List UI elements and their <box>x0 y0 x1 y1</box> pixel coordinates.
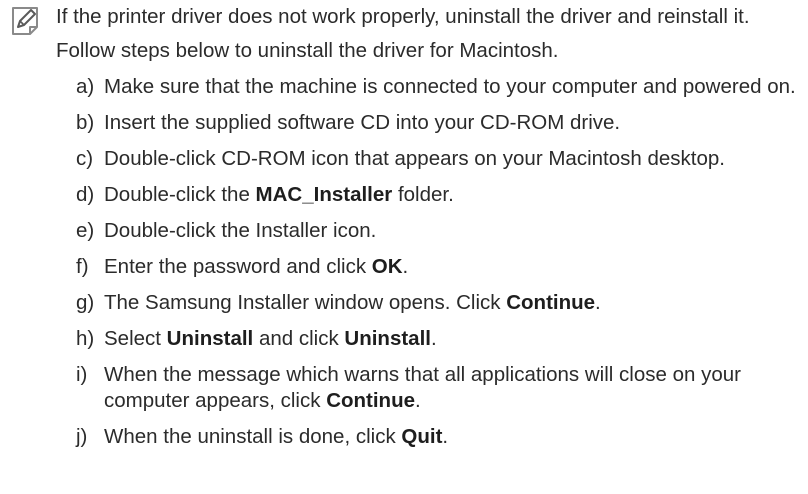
list-item: c) Double-click CD-ROM icon that appears … <box>76 146 801 172</box>
list-item: d) Double-click the MAC_Installer folder. <box>76 182 801 208</box>
step-marker: f) <box>76 255 89 278</box>
step-text-part: . <box>402 255 409 278</box>
list-item: g) The Samsung Installer window opens. Cl… <box>76 290 801 316</box>
step-text-part: . <box>442 425 449 448</box>
step-marker: i) <box>76 363 88 386</box>
step-emphasis: Uninstall <box>344 327 431 350</box>
step-text-part: Double-click CD-ROM icon that appears on… <box>104 147 725 170</box>
step-text-part: and click <box>253 327 345 350</box>
step-text-part: . <box>595 291 601 314</box>
step-marker: a) <box>76 75 95 98</box>
step-text: Make sure that the machine is connected … <box>104 75 796 98</box>
step-text-part: folder. <box>392 183 454 206</box>
step-marker: j) <box>76 425 88 448</box>
note-instructions-lead: Follow steps below to uninstall the driv… <box>56 39 559 62</box>
step-text-part: Insert the supplied software CD into you… <box>104 111 621 134</box>
step-emphasis: Continue <box>326 389 416 412</box>
note-intro: If the printer driver does not work prop… <box>56 4 801 64</box>
step-marker: b) <box>76 111 95 134</box>
step-text-part: Select <box>104 327 167 350</box>
uninstall-steps-list: a) Make sure that the machine is connecte… <box>56 74 801 450</box>
step-emphasis: Continue <box>506 291 596 314</box>
step-text: Double-click the MAC_Installer folder. <box>104 183 454 206</box>
list-item: a) Make sure that the machine is connecte… <box>76 74 801 100</box>
step-text: Double-click CD-ROM icon that appears on… <box>104 147 725 170</box>
note-pencil-icon <box>12 7 38 35</box>
step-marker: g) <box>76 291 95 314</box>
step-emphasis: OK <box>371 255 403 278</box>
step-text-part: Double-click the Installer icon. <box>104 219 377 242</box>
step-text-part: The Samsung Installer window opens. Clic… <box>104 291 507 314</box>
step-text: The Samsung Installer window opens. Clic… <box>104 291 601 314</box>
step-text: Enter the password and click OK. <box>104 255 408 278</box>
step-text-part: When the message which warns that all ap… <box>104 363 741 412</box>
step-emphasis: MAC_Installer <box>255 183 393 206</box>
step-text-part: Double-click the <box>104 183 256 206</box>
step-text: When the message which warns that all ap… <box>104 363 741 412</box>
step-emphasis: Uninstall <box>166 327 254 350</box>
step-text: Insert the supplied software CD into you… <box>104 111 620 134</box>
step-text-part: Make sure that the machine is connected … <box>104 75 796 98</box>
note-content: If the printer driver does not work prop… <box>56 4 801 460</box>
step-text: Double-click the Installer icon. <box>104 219 376 242</box>
list-item: f) Enter the password and click OK. <box>76 254 801 280</box>
step-text: Select Uninstall and click Uninstall. <box>104 327 437 350</box>
step-marker: e) <box>76 219 95 242</box>
step-text-part: . <box>415 389 421 412</box>
step-text-part: Enter the password and click <box>104 255 372 278</box>
list-item: i) When the message which warns that all … <box>76 362 801 414</box>
list-item: e) Double-click the Installer icon. <box>76 218 801 244</box>
note-intro-text: If the printer driver does not work prop… <box>56 5 750 28</box>
step-emphasis: Quit <box>401 425 443 448</box>
list-item: j) When the uninstall is done, click Quit… <box>76 424 801 450</box>
step-text-part: . <box>430 327 437 350</box>
step-text-part: When the uninstall is done, click <box>104 425 402 448</box>
step-marker: c) <box>76 147 94 170</box>
step-text: When the uninstall is done, click Quit. <box>104 425 448 448</box>
list-item: h) Select Uninstall and click Uninstall. <box>76 326 801 352</box>
step-marker: h) <box>76 327 95 350</box>
step-marker: d) <box>76 183 95 206</box>
list-item: b) Insert the supplied software CD into y… <box>76 110 801 136</box>
